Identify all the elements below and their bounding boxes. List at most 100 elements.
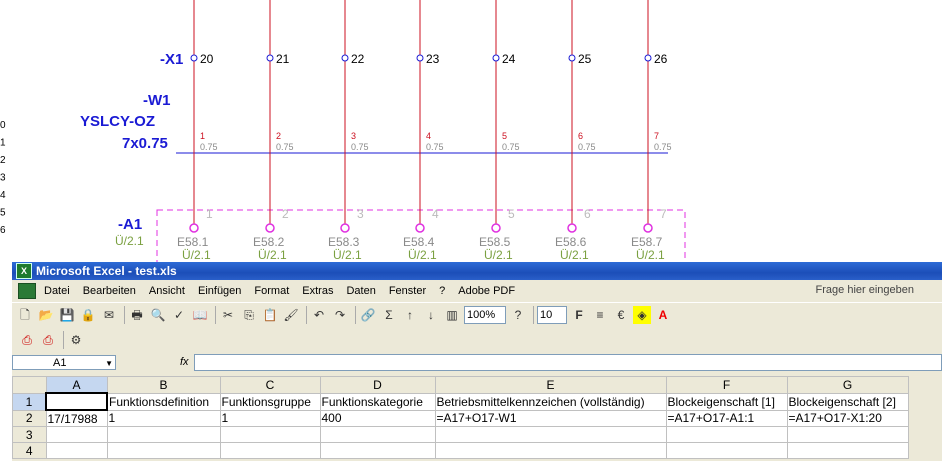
cell[interactable] [106, 442, 221, 459]
cell[interactable] [434, 442, 667, 459]
column-header-e[interactable]: E [434, 376, 667, 394]
formula-input[interactable] [194, 353, 942, 371]
permission-icon[interactable]: 🔒 [79, 306, 97, 324]
sort-ascending-icon[interactable]: ↑ [401, 306, 419, 324]
margin-number: 4 [0, 190, 6, 201]
cell[interactable]: 17/17988 [45, 409, 108, 427]
print-preview-icon[interactable]: 🔍 [149, 306, 167, 324]
cell[interactable] [45, 442, 108, 459]
chart-wizard-icon[interactable]: ▥ [443, 306, 461, 324]
row-header[interactable]: 2 [12, 409, 47, 427]
select-all-corner[interactable] [12, 376, 47, 394]
cell[interactable]: Funktionskategorie [319, 392, 436, 411]
cell[interactable]: =A17+O17-W1 [434, 409, 667, 427]
column-header-b[interactable]: B [106, 376, 221, 394]
cell[interactable]: Funktionsgruppe [219, 392, 321, 411]
font-color-icon[interactable]: A [654, 306, 672, 324]
cable-type: YSLCY-OZ [80, 113, 155, 130]
menu-daten[interactable]: Daten [346, 285, 375, 297]
menu-format[interactable]: Format [254, 285, 289, 297]
row-header[interactable]: 4 [12, 442, 47, 459]
bold-icon[interactable]: F [570, 306, 588, 324]
chevron-down-icon[interactable]: ▼ [105, 356, 113, 371]
help-search-input[interactable]: Frage hier eingeben [816, 284, 914, 296]
cell[interactable]: Blockeigenschaft [1] [665, 392, 788, 411]
cell[interactable] [319, 426, 436, 443]
save-icon[interactable]: 💾 [58, 306, 76, 324]
menu-einfuegen[interactable]: Einfügen [198, 285, 241, 297]
cell[interactable] [434, 426, 667, 443]
cell[interactable] [219, 426, 321, 443]
new-icon[interactable]: 🗋 [16, 306, 34, 324]
cell[interactable] [786, 442, 909, 459]
paste-icon[interactable]: 📋 [261, 306, 279, 324]
convert-pdf-icon[interactable]: ⎙ [18, 331, 36, 349]
copy-icon[interactable]: ⎘ [240, 306, 258, 324]
cell[interactable]: Betriebsmittelkennzeichen (vollständig) [434, 392, 667, 411]
column-header-a[interactable]: A [45, 376, 108, 394]
cell-a1[interactable] [45, 392, 108, 411]
terminal-circle [416, 54, 424, 62]
open-icon[interactable]: 📂 [37, 306, 55, 324]
spelling-icon[interactable]: ✓ [170, 306, 188, 324]
cell[interactable] [786, 426, 909, 443]
cell[interactable] [665, 426, 788, 443]
undo-icon[interactable]: ↶ [310, 306, 328, 324]
hyperlink-icon[interactable]: 🔗 [359, 306, 377, 324]
device-input-label: E58.6 [555, 235, 587, 249]
column-header-c[interactable]: C [219, 376, 321, 394]
currency-icon[interactable]: € [612, 306, 630, 324]
menu-bearbeiten[interactable]: Bearbeiten [83, 285, 136, 297]
cell[interactable] [665, 442, 788, 459]
workbook-icon[interactable] [18, 283, 36, 299]
cell[interactable]: Blockeigenschaft [2] [786, 392, 909, 411]
wire-number: 1 [200, 131, 205, 141]
cell[interactable] [219, 442, 321, 459]
cell[interactable]: 1 [106, 409, 221, 427]
zoom-select[interactable]: 100% [464, 306, 506, 324]
format-painter-icon[interactable]: 🖌 [282, 306, 300, 324]
excel-titlebar[interactable]: X Microsoft Excel - test.xls [12, 262, 942, 280]
column-header-f[interactable]: F [665, 376, 788, 394]
menu-datei[interactable]: Datei [44, 285, 70, 297]
column-header-d[interactable]: D [319, 376, 436, 394]
align-icon[interactable]: ≡ [591, 306, 609, 324]
cell[interactable] [319, 442, 436, 459]
menu-adobe-pdf[interactable]: Adobe PDF [458, 285, 515, 297]
table-row: 1 Funktionsdefinition Funktionsgruppe Fu… [12, 392, 909, 411]
cell[interactable]: =A17+O17-A1:1 [665, 409, 788, 427]
name-box[interactable]: A1 ▼ [12, 354, 116, 371]
help-icon[interactable]: ? [509, 306, 527, 324]
cut-icon[interactable]: ✂ [219, 306, 237, 324]
column-header-g[interactable]: G [786, 376, 909, 394]
cell[interactable]: 1 [219, 409, 321, 427]
cell[interactable]: =A17+O17-X1:20 [786, 409, 909, 427]
row-header[interactable]: 3 [12, 426, 47, 443]
fx-icon[interactable]: fx [180, 356, 194, 368]
convert-pdf-email-icon[interactable]: ⎙ [39, 331, 57, 349]
email-icon[interactable]: ✉ [100, 306, 118, 324]
cell[interactable]: 400 [319, 409, 436, 427]
cell[interactable]: Funktionsdefinition [106, 392, 221, 411]
wire-cross-section: 0.75 [426, 142, 444, 152]
print-icon[interactable]: 🖶 [128, 306, 146, 324]
cell[interactable] [106, 426, 221, 443]
autosum-icon[interactable]: Σ [380, 306, 398, 324]
sort-descending-icon[interactable]: ↓ [422, 306, 440, 324]
wire-cross-section: 0.75 [578, 142, 596, 152]
device-pin-number: 6 [584, 207, 591, 221]
row-header[interactable]: 1 [12, 392, 47, 411]
menu-extras[interactable]: Extras [302, 285, 333, 297]
menu-ansicht[interactable]: Ansicht [149, 285, 185, 297]
terminal-number: 26 [654, 52, 668, 66]
macro-icon[interactable]: ⚙ [67, 331, 85, 349]
device-pin-circle [265, 223, 275, 233]
font-size-select[interactable]: 10 [537, 306, 567, 324]
fill-color-icon[interactable]: ◈ [633, 306, 651, 324]
cell[interactable] [45, 426, 108, 443]
menu-fenster[interactable]: Fenster [389, 285, 426, 297]
research-icon[interactable]: 📖 [191, 306, 209, 324]
redo-icon[interactable]: ↷ [331, 306, 349, 324]
wire-number: 7 [654, 131, 659, 141]
menu-help[interactable]: ? [439, 285, 445, 297]
